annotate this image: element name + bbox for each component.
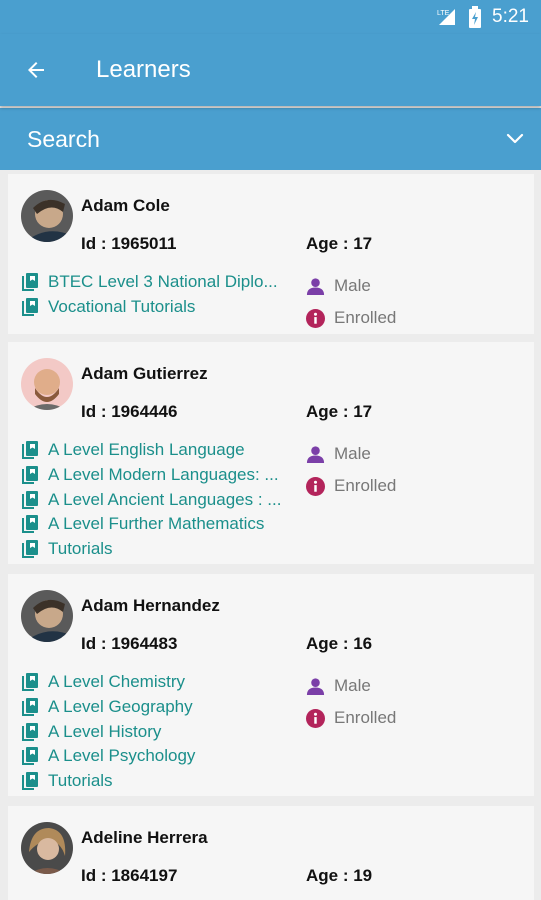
- avatar-image: [21, 822, 73, 874]
- learner-meta: Male Enrolled: [306, 270, 396, 334]
- course-name: A Level Psychology: [48, 746, 196, 766]
- avatar-image: [21, 190, 73, 242]
- course-item[interactable]: A Level Psychology: [21, 744, 293, 769]
- info-icon: [306, 708, 325, 728]
- person-icon: [306, 445, 325, 463]
- status-icons: LTE 5:21: [436, 6, 529, 28]
- page-title: Learners: [96, 56, 191, 83]
- course-item[interactable]: A Level English Language: [21, 438, 293, 463]
- learner-name: Adam Cole: [81, 196, 170, 215]
- learner-card[interactable]: Adam Cole Id : 1965011 Age : 17 BTEC Lev…: [8, 174, 534, 334]
- course-book-icon: [22, 273, 38, 292]
- status-row: Enrolled: [306, 702, 396, 734]
- learner-age: Age : 17: [306, 234, 373, 253]
- learner-card[interactable]: Adeline Herrera Id : 1864197 Age : 19: [8, 806, 534, 900]
- chevron-down-icon[interactable]: [503, 126, 527, 150]
- course-item[interactable]: BTEC Level 3 National Diplo...: [21, 270, 293, 295]
- gender-text: Male: [334, 276, 371, 295]
- course-book-icon: [22, 747, 38, 766]
- learner-id: Id : 1864197: [81, 866, 178, 885]
- back-button[interactable]: [20, 54, 52, 86]
- course-name: A Level Further Mathematics: [48, 514, 265, 534]
- signal-icon: LTE: [437, 9, 456, 25]
- course-item[interactable]: Vocational Tutorials: [21, 295, 293, 320]
- learner-meta: Male Enrolled: [306, 670, 396, 734]
- clock: 5:21: [492, 6, 529, 27]
- search-bar[interactable]: Search: [0, 108, 541, 170]
- person-icon: [306, 677, 325, 695]
- status-row: Enrolled: [306, 470, 396, 502]
- course-list: A Level English Language A Level Modern …: [21, 438, 293, 561]
- learner-name: Adam Gutierrez: [81, 364, 208, 383]
- avatar-image: [21, 590, 73, 642]
- course-name: BTEC Level 3 National Diplo...: [48, 272, 278, 292]
- course-book-icon: [22, 490, 38, 509]
- course-book-icon: [22, 540, 38, 559]
- status-text: Enrolled: [334, 708, 397, 727]
- learners-list: Adam Cole Id : 1965011 Age : 17 BTEC Lev…: [0, 170, 541, 900]
- course-name: A Level Chemistry: [48, 672, 185, 692]
- course-book-icon: [22, 772, 38, 791]
- course-name: A Level Modern Languages: ...: [48, 465, 279, 485]
- learner-card[interactable]: Adam Hernandez Id : 1964483 Age : 16 A L…: [8, 574, 534, 796]
- course-book-icon: [22, 441, 38, 460]
- avatar: [21, 358, 73, 410]
- course-item[interactable]: A Level Ancient Languages : ...: [21, 487, 293, 512]
- gender-row: Male: [306, 438, 396, 470]
- course-name: Tutorials: [48, 771, 113, 791]
- learner-age: Age : 17: [306, 402, 373, 421]
- svg-text:LTE: LTE: [437, 10, 450, 17]
- gender-text: Male: [334, 676, 371, 695]
- learner-name: Adam Hernandez: [81, 596, 220, 615]
- course-name: A Level History: [48, 721, 162, 741]
- learner-id: Id : 1964446: [81, 402, 178, 421]
- info-icon: [306, 476, 325, 496]
- avatar: [21, 190, 73, 242]
- status-text: Enrolled: [334, 308, 397, 327]
- avatar-image: [21, 358, 73, 410]
- avatar: [21, 590, 73, 642]
- course-book-icon: [22, 298, 38, 317]
- back-arrow-icon: [28, 62, 44, 78]
- status-text: Enrolled: [334, 476, 397, 495]
- learner-age: Age : 19: [306, 866, 373, 885]
- course-name: A Level Geography: [48, 697, 193, 717]
- course-list: BTEC Level 3 National Diplo... Vocationa…: [21, 270, 293, 319]
- course-book-icon: [22, 673, 38, 692]
- course-list: A Level Chemistry A Level Geography A Le…: [21, 670, 293, 793]
- avatar: [21, 822, 73, 874]
- course-name: Vocational Tutorials: [48, 297, 196, 317]
- course-name: A Level English Language: [48, 440, 245, 460]
- search-label: Search: [27, 126, 100, 152]
- course-item[interactable]: A Level Further Mathematics: [21, 512, 293, 537]
- course-item[interactable]: Tutorials: [21, 769, 293, 794]
- learner-age: Age : 16: [306, 634, 373, 653]
- app-bar: Learners: [0, 34, 541, 106]
- info-icon: [306, 308, 325, 328]
- course-book-icon: [22, 466, 38, 485]
- status-bar: LTE 5:21: [0, 0, 541, 34]
- course-item[interactable]: A Level Geography: [21, 695, 293, 720]
- learner-meta: Male Enrolled: [306, 438, 396, 502]
- course-book-icon: [22, 698, 38, 717]
- learner-id: Id : 1965011: [81, 234, 177, 253]
- status-row: Enrolled: [306, 302, 396, 334]
- gender-row: Male: [306, 270, 396, 302]
- gender-row: Male: [306, 670, 396, 702]
- learner-id: Id : 1964483: [81, 634, 178, 653]
- person-icon: [306, 277, 325, 295]
- course-item[interactable]: Tutorials: [21, 537, 293, 562]
- gender-text: Male: [334, 444, 371, 463]
- course-item[interactable]: A Level History: [21, 719, 293, 744]
- course-item[interactable]: A Level Modern Languages: ...: [21, 463, 293, 488]
- course-book-icon: [22, 515, 38, 534]
- course-book-icon: [22, 722, 38, 741]
- course-item[interactable]: A Level Chemistry: [21, 670, 293, 695]
- learner-card[interactable]: Adam Gutierrez Id : 1964446 Age : 17 A L…: [8, 342, 534, 564]
- battery-icon: [469, 6, 482, 28]
- learner-name: Adeline Herrera: [81, 828, 208, 847]
- course-name: A Level Ancient Languages : ...: [48, 489, 282, 509]
- course-name: Tutorials: [48, 539, 113, 559]
